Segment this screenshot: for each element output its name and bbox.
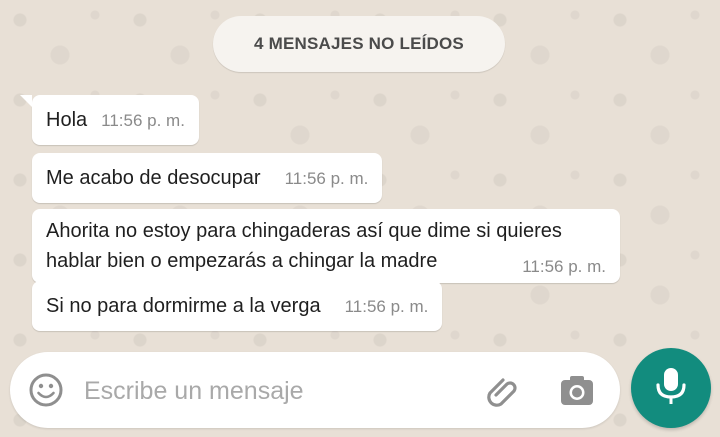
camera-icon[interactable]	[558, 372, 596, 410]
message-bubble[interactable]: Hola 11:56 p. m.	[20, 95, 199, 145]
message-time: 11:56 p. m.	[344, 297, 429, 316]
unread-messages-banner: 4 MENSAJES NO LEÍDOS	[213, 16, 505, 72]
message-time: 11:56 p. m.	[101, 111, 185, 130]
paperclip-icon[interactable]	[482, 370, 524, 412]
message-bubble[interactable]: Me acabo de desocupar 11:56 p. m.	[32, 153, 383, 203]
message-text: Si no para dormirme a la verga	[46, 295, 321, 317]
message-text: Me acabo de desocupar	[46, 167, 261, 189]
message-time: 11:56 p. m.	[522, 257, 606, 276]
message-composer	[10, 352, 620, 428]
message-input[interactable]	[82, 370, 476, 412]
message-bubble[interactable]: Si no para dormirme a la verga 11:56 p. m…	[32, 281, 443, 331]
message-bubble[interactable]: Ahorita no estoy para chingaderas así qu…	[32, 209, 620, 283]
unread-messages-label: 4 MENSAJES NO LEÍDOS	[254, 34, 464, 53]
message-text: Hola	[46, 109, 88, 131]
voice-message-button[interactable]	[631, 348, 711, 428]
message-text: Ahorita no estoy para chingaderas así qu…	[46, 220, 562, 272]
microphone-icon	[654, 366, 688, 411]
message-time: 11:56 p. m.	[284, 169, 369, 188]
emoji-icon[interactable]	[28, 372, 64, 408]
